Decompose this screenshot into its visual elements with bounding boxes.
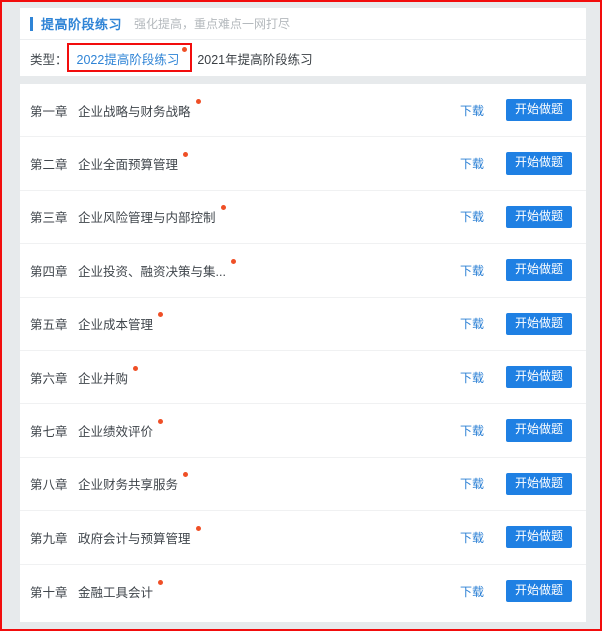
start-practice-button[interactable]: 开始做题: [505, 580, 572, 603]
section-gap: [20, 76, 586, 84]
table-row[interactable]: 第一章 企业战略与财务战略 下载 开始做题: [20, 84, 586, 138]
new-badge-dot-icon: [195, 98, 201, 104]
start-practice-button[interactable]: 开始做题: [505, 526, 572, 549]
table-row[interactable]: 第三章 企业风险管理与内部控制 下载 开始做题: [20, 191, 586, 245]
header-accent-bar: [30, 16, 33, 31]
download-link[interactable]: 下载: [460, 208, 484, 225]
start-practice-button[interactable]: 开始做题: [505, 472, 572, 496]
page-subtitle: 强化提高，重点难点一网打尽: [134, 17, 291, 31]
chapter-title: 企业绩效评价: [78, 419, 164, 440]
new-badge-dot-icon: [220, 205, 226, 211]
new-badge-dot-icon: [158, 419, 164, 425]
new-badge-dot-icon: [183, 472, 189, 478]
download-link[interactable]: 下载: [460, 262, 484, 279]
chapter-list: 第一章 企业战略与财务战略 下载 开始做题 第二章 企业全面预算管理 下载 开始…: [20, 84, 586, 622]
chapter-number: 第十章: [30, 585, 68, 600]
table-row[interactable]: 第五章 企业成本管理 下载 开始做题: [20, 298, 586, 351]
chapter-title: 企业投资、融资决策与集...: [78, 258, 236, 280]
chapter-title: 政府会计与预算管理: [78, 525, 201, 547]
tab-2021-practice-label: 2021年提高阶段练习: [197, 52, 313, 67]
new-badge-dot-icon: [183, 152, 189, 158]
tab-2022-practice-label: 2022提高阶段练习: [76, 52, 180, 67]
chapter-title-text: 企业战略与财务战略: [78, 104, 191, 119]
chapter-title: 企业战略与财务战略: [78, 98, 201, 120]
new-badge-dot-icon: [182, 46, 188, 52]
download-link[interactable]: 下载: [460, 422, 484, 439]
download-link[interactable]: 下载: [460, 315, 484, 332]
type-filter-label: 类型：: [30, 52, 68, 67]
table-row[interactable]: 第八章 企业财务共享服务 下载 开始做题: [20, 458, 586, 512]
chapter-number: 第九章: [30, 531, 68, 546]
table-row[interactable]: 第四章 企业投资、融资决策与集... 下载 开始做题: [20, 244, 586, 298]
download-link[interactable]: 下载: [460, 155, 484, 172]
chapter-title: 企业成本管理: [78, 312, 164, 333]
chapter-number: 第五章: [30, 318, 68, 333]
practice-card: 提高阶段练习 强化提高，重点难点一网打尽 类型： 2022提高阶段练习 2021…: [20, 8, 586, 76]
chapter-number: 第六章: [30, 371, 68, 386]
chapter-title-text: 企业投资、融资决策与集...: [78, 264, 226, 279]
table-row[interactable]: 第九章 政府会计与预算管理 下载 开始做题: [20, 511, 586, 565]
start-practice-button[interactable]: 开始做题: [505, 99, 572, 122]
start-practice-button[interactable]: 开始做题: [505, 312, 572, 335]
new-badge-dot-icon: [133, 365, 139, 371]
tab-2021-practice[interactable]: 2021年提高阶段练习: [188, 46, 321, 71]
new-badge-dot-icon: [158, 579, 164, 585]
download-link[interactable]: 下载: [460, 102, 484, 119]
new-badge-dot-icon: [158, 312, 164, 318]
chapter-number: 第四章: [30, 264, 68, 279]
chapter-title: 金融工具会计: [78, 579, 164, 601]
chapter-number: 第三章: [30, 211, 68, 226]
chapter-title-text: 企业并购: [78, 371, 129, 386]
chapter-title-text: 企业风险管理与内部控制: [78, 211, 216, 226]
start-practice-button[interactable]: 开始做题: [505, 205, 572, 229]
card-header: 提高阶段练习 强化提高，重点难点一网打尽: [20, 8, 586, 40]
chapter-number: 第二章: [30, 158, 68, 173]
start-practice-button[interactable]: 开始做题: [505, 259, 572, 282]
chapter-number: 第八章: [30, 478, 68, 493]
chapter-title-text: 企业财务共享服务: [78, 478, 179, 493]
chapter-title: 企业财务共享服务: [78, 472, 189, 493]
download-link[interactable]: 下载: [460, 475, 484, 492]
start-practice-button[interactable]: 开始做题: [505, 419, 572, 442]
table-row[interactable]: 第七章 企业绩效评价 下载 开始做题: [20, 404, 586, 458]
chapter-title-text: 企业成本管理: [78, 318, 154, 333]
chapter-title-text: 企业绩效评价: [78, 425, 154, 440]
new-badge-dot-icon: [230, 258, 236, 264]
download-link[interactable]: 下载: [460, 369, 484, 386]
chapter-title: 企业全面预算管理: [78, 152, 189, 173]
download-link[interactable]: 下载: [460, 529, 484, 546]
start-practice-button[interactable]: 开始做题: [505, 366, 572, 389]
table-row[interactable]: 第十章 金融工具会计 下载 开始做题: [20, 565, 586, 618]
download-link[interactable]: 下载: [460, 583, 484, 600]
chapter-number: 第七章: [30, 425, 68, 440]
new-badge-dot-icon: [195, 525, 201, 531]
type-filter-row: 类型： 2022提高阶段练习 2021年提高阶段练习: [20, 40, 586, 76]
tab-2022-practice[interactable]: 2022提高阶段练习: [68, 46, 189, 71]
chapter-title-text: 企业全面预算管理: [78, 158, 179, 173]
chapter-title: 企业并购: [78, 365, 139, 387]
table-row[interactable]: 第六章 企业并购 下载 开始做题: [20, 351, 586, 405]
type-tabs: 2022提高阶段练习 2021年提高阶段练习: [68, 46, 322, 71]
chapter-number: 第一章: [30, 104, 68, 119]
chapter-title: 企业风险管理与内部控制: [78, 205, 226, 226]
page-root: 提高阶段练习 强化提高，重点难点一网打尽 类型： 2022提高阶段练习 2021…: [2, 2, 600, 629]
start-practice-button[interactable]: 开始做题: [505, 152, 572, 175]
table-row[interactable]: 第二章 企业全面预算管理 下载 开始做题: [20, 137, 586, 191]
page-title: 提高阶段练习: [41, 17, 123, 32]
chapter-title-text: 金融工具会计: [78, 585, 154, 600]
chapter-title-text: 政府会计与预算管理: [78, 531, 191, 546]
